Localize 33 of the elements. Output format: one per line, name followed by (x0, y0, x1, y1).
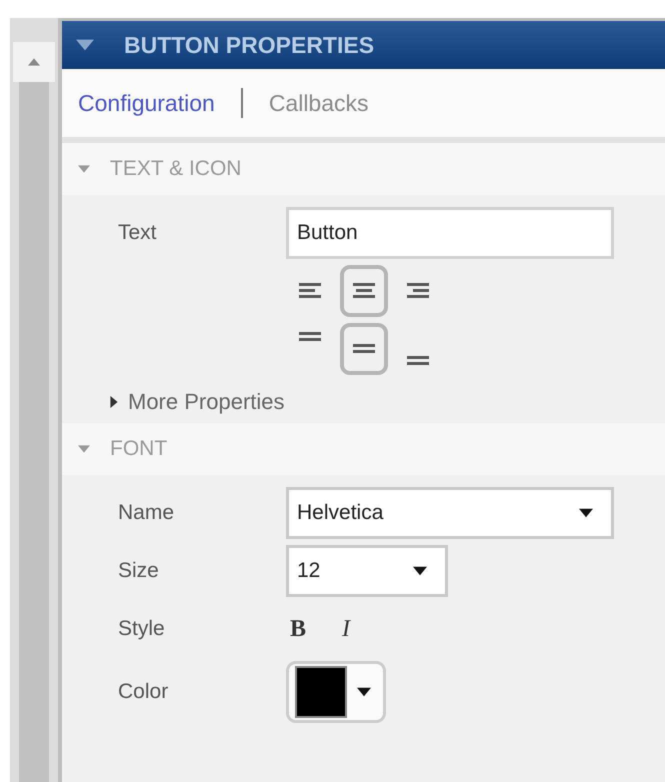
font-name-dropdown[interactable]: Helvetica (286, 487, 614, 539)
color-picker-button[interactable] (286, 661, 386, 723)
field-label: Size (118, 559, 160, 583)
align-center-icon (352, 283, 376, 299)
scrollbar[interactable] (10, 18, 62, 782)
scroll-up-icon (28, 56, 40, 68)
align-left-icon (298, 283, 322, 299)
panel-title: BUTTON PROPERTIES (124, 32, 374, 58)
dropdown-icon (357, 685, 371, 699)
align-middle-icon (352, 344, 376, 354)
tab[interactable]: Configuration (78, 90, 215, 116)
panel-header[interactable]: BUTTON PROPERTIES (62, 21, 665, 69)
align-top-icon (298, 332, 322, 342)
dropdown-icon (579, 506, 593, 520)
font-size-dropdown[interactable]: 12 (286, 545, 448, 597)
field-label: Color (118, 680, 170, 704)
align-button[interactable] (340, 323, 388, 375)
field-label: Name (118, 501, 176, 525)
scroll-up-button[interactable] (13, 42, 55, 82)
align-bottom-icon (406, 356, 430, 366)
field-label: Text (118, 221, 158, 245)
scrollbar-thumb[interactable] (19, 82, 49, 782)
section-title: FONT (110, 437, 168, 461)
bold-button[interactable]: B (286, 616, 310, 642)
italic-button[interactable]: I (338, 616, 354, 642)
field-label: Style (118, 617, 166, 641)
section-title: TEXT & ICON (110, 157, 242, 181)
align-right-icon (406, 283, 430, 299)
tab[interactable]: Callbacks (268, 90, 369, 116)
more-properties-toggle[interactable]: More Properties (108, 389, 665, 415)
align-button[interactable] (340, 265, 388, 317)
text-field[interactable]: Button (286, 207, 614, 259)
dropdown-icon (413, 564, 427, 578)
